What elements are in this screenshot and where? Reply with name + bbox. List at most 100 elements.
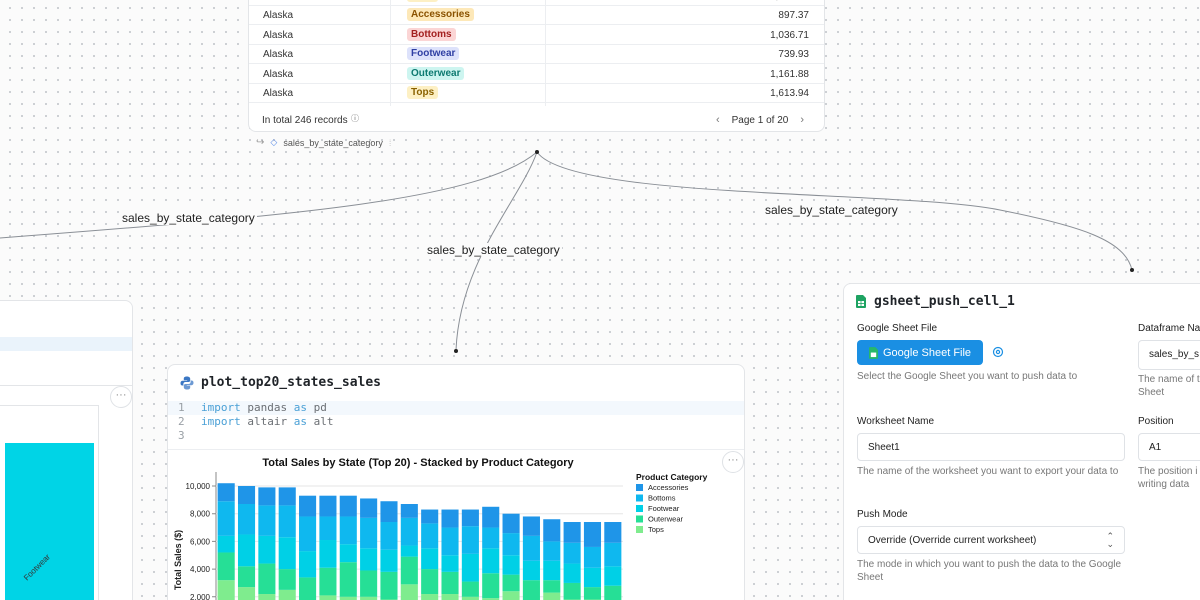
y-tick-label: 6,000 — [190, 537, 211, 546]
bar-segment-tops — [421, 594, 439, 600]
bar-segment-outerwear — [583, 587, 602, 600]
code-line[interactable]: 2 import altair as alt — [168, 415, 744, 429]
link-icon[interactable] — [992, 346, 1004, 358]
category-badge: Footwear — [407, 47, 460, 61]
bar-segment-bottoms — [482, 527, 500, 549]
chevron-updown-icon: ⌃ ⌄ — [1106, 531, 1114, 549]
prev-page-icon[interactable]: ‹ — [716, 114, 720, 126]
bar-segment-outerwear — [502, 574, 520, 592]
bar-segment-bottoms — [421, 523, 439, 549]
legend-title: Product Category — [636, 472, 708, 482]
left-chart-bar — [5, 443, 94, 600]
bar-segment-outerwear — [380, 571, 398, 600]
bar-segment-footwear — [502, 555, 520, 575]
push-mode-select[interactable]: Override (Override current worksheet) ⌃ ⌄ — [857, 526, 1125, 554]
state-cell: Alaska — [263, 10, 294, 22]
cell-title: plot_top20_states_sales — [201, 375, 382, 390]
bar-segment-accessories — [543, 519, 561, 542]
code-editor[interactable]: 1 import pandas as pd 2 import altair as… — [168, 401, 744, 445]
legend-item-tops: Tops — [648, 525, 664, 534]
bar-segment-bottoms — [604, 542, 622, 567]
bar-segment-accessories — [339, 495, 357, 517]
bar-segment-accessories — [563, 522, 581, 543]
bar-segment-tops — [543, 592, 561, 600]
bar-segment-bottoms — [502, 533, 520, 556]
sales-value-cell: 1,161.88 — [770, 68, 809, 80]
legend-swatch — [636, 505, 643, 512]
dataframe-select[interactable]: sales_by_s — [1138, 340, 1200, 370]
legend-item-footwear: Footwear — [648, 504, 680, 513]
state-cell: Alaska — [263, 29, 294, 41]
worksheet-help: The name of the worksheet you want to ex… — [857, 466, 1119, 477]
bar-segment-footwear — [258, 535, 276, 564]
next-page-icon[interactable]: › — [800, 114, 804, 126]
bar-segment-outerwear — [461, 581, 479, 597]
push-mode-help-2: Sheet — [857, 572, 884, 583]
google-sheet-file-button[interactable]: Google Sheet File — [857, 340, 983, 365]
position-input[interactable]: A1 — [1138, 433, 1200, 461]
table-row[interactable]: Alaska Accessories 897.37 — [249, 6, 824, 26]
bar-segment-accessories — [482, 506, 500, 528]
bar-segment-tops — [217, 580, 235, 600]
bar-segment-accessories — [502, 513, 520, 534]
table-source-tag[interactable]: ↪ ◇ sales_by_state_category ⁞ — [256, 137, 391, 148]
plot-card-more-button[interactable]: ··· — [722, 451, 744, 473]
bar-segment-outerwear — [543, 580, 561, 593]
cell-header: plot_top20_states_sales — [180, 375, 381, 390]
bar-segment-footwear — [583, 567, 602, 588]
table-row[interactable]: Alaska Tops 1,613.94 — [249, 84, 824, 103]
drag-handle-icon[interactable]: ⁞ — [389, 138, 392, 148]
python-cell-card: plot_top20_states_sales 1 import pandas … — [167, 364, 745, 600]
sales-value-cell: 1,613.94 — [770, 88, 809, 99]
dataframe-label: Dataframe Na — [1138, 323, 1200, 334]
sales-value-cell: 1,234.88 — [770, 0, 809, 2]
bar-segment-tops — [258, 594, 276, 600]
bar-segment-outerwear — [278, 569, 296, 590]
bar-segment-outerwear — [441, 571, 459, 595]
bar-segment-footwear — [237, 534, 256, 567]
category-badge: Accessories — [407, 8, 474, 22]
position-help-2: writing data — [1138, 479, 1190, 490]
file-label: Google Sheet File — [857, 323, 938, 334]
code-line[interactable]: 1 import pandas as pd — [168, 401, 744, 415]
bar-segment-bottoms — [258, 505, 276, 536]
table-row[interactable]: Alaska Footwear 739.93 — [249, 45, 824, 65]
edge-label-left: sales_by_state_category — [120, 211, 257, 225]
y-axis-label: Total Sales ($) — [173, 530, 183, 590]
bar-segment-accessories — [604, 522, 622, 543]
legend-swatch — [636, 484, 643, 491]
info-icon[interactable]: ⓘ — [351, 113, 359, 124]
bar-segment-footwear — [482, 548, 500, 574]
legend-swatch — [636, 515, 643, 523]
code-line[interactable]: 3 — [168, 429, 744, 443]
line-number: 3 — [178, 429, 185, 442]
bar-segment-bottoms — [380, 522, 398, 550]
bar-segment-bottoms — [583, 546, 602, 568]
stacked-bar-chart: Total Sales by State (Top 20) - Stacked … — [173, 457, 708, 600]
table-row[interactable]: Alaska Outerwear 1,161.88 — [249, 65, 824, 84]
edge-to-left — [0, 151, 538, 239]
bar-segment-footwear — [319, 540, 337, 568]
bar-segment-bottoms — [543, 541, 561, 561]
state-cell: Alaska — [263, 49, 294, 61]
bar-segment-outerwear — [339, 562, 357, 597]
bar-segment-accessories — [441, 509, 459, 528]
category-badge: Tops — [407, 86, 439, 99]
edge-source-dot — [535, 150, 539, 154]
source-name: sales_by_state_category — [283, 137, 383, 148]
bar-segment-accessories — [299, 495, 317, 517]
table-row[interactable]: Alaska Bottoms 1,036.71 — [249, 26, 824, 45]
legend-item-accessories: Accessories — [648, 483, 689, 492]
chart-output: Total Sales by State (Top 20) - Stacked … — [168, 449, 744, 600]
bar-segment-footwear — [400, 545, 418, 557]
table-row[interactable]: Alabama Tops 1,234.88 — [249, 0, 824, 6]
left-card-more-button[interactable]: ··· — [110, 386, 132, 408]
bar-segment-accessories — [237, 486, 256, 505]
bar-segment-bottoms — [441, 527, 459, 556]
bar-segment-footwear — [421, 548, 439, 570]
worksheet-name-input[interactable]: Sheet1 — [857, 433, 1125, 461]
bar-segment-outerwear — [482, 573, 500, 599]
bar-segment-outerwear — [563, 582, 581, 600]
bar-segment-footwear — [217, 535, 235, 553]
bar-segment-footwear — [543, 560, 561, 581]
